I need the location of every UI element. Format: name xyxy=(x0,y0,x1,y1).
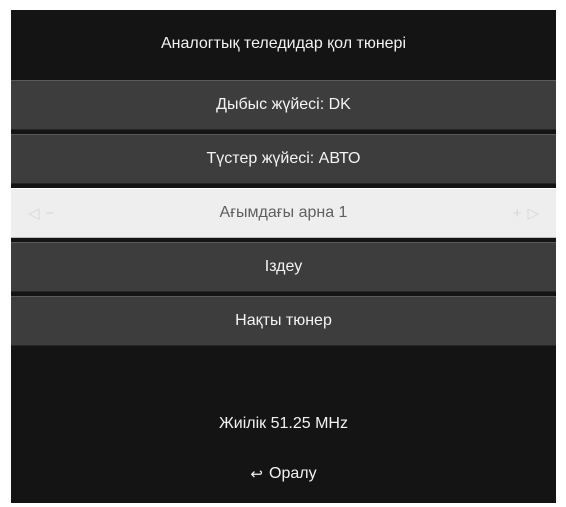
back-icon: ↩ xyxy=(250,466,263,483)
fine-tune-label: Нақты тюнер xyxy=(235,312,332,329)
back-button[interactable]: ↩ Оралу xyxy=(11,465,556,483)
right-arrow-icon: ▷ xyxy=(527,205,539,222)
increase-channel-control[interactable]: + ▷ xyxy=(510,189,542,237)
analog-tv-manual-tuner-panel: Аналогтық теледидар қол тюнері Дыбыс жүй… xyxy=(11,10,556,503)
plus-icon: + xyxy=(512,204,522,222)
search-label: Іздеу xyxy=(264,258,303,275)
search-item[interactable]: Іздеу xyxy=(11,242,556,292)
back-label: Оралу xyxy=(269,465,317,482)
fine-tune-item[interactable]: Нақты тюнер xyxy=(11,296,556,346)
current-channel-label: Ағымдағы арна 1 xyxy=(219,204,348,221)
decrease-channel-control[interactable]: ◁ − xyxy=(25,189,57,237)
sound-system-item[interactable]: Дыбыс жүйесі: DK xyxy=(11,80,556,130)
color-system-label: Түстер жүйесі: АВТО xyxy=(206,150,361,167)
sound-system-label: Дыбыс жүйесі: DK xyxy=(216,96,351,113)
current-channel-item[interactable]: ◁ − Ағымдағы арна 1 + ▷ xyxy=(11,188,556,238)
color-system-item[interactable]: Түстер жүйесі: АВТО xyxy=(11,134,556,184)
tuner-menu: Дыбыс жүйесі: DK Түстер жүйесі: АВТО ◁ −… xyxy=(11,80,556,350)
minus-icon: − xyxy=(45,204,55,222)
frequency-readout: Жиілік 51.25 MHz xyxy=(219,415,348,432)
page-title: Аналогтық теледидар қол тюнері xyxy=(11,10,556,77)
left-arrow-icon: ◁ xyxy=(28,205,40,222)
